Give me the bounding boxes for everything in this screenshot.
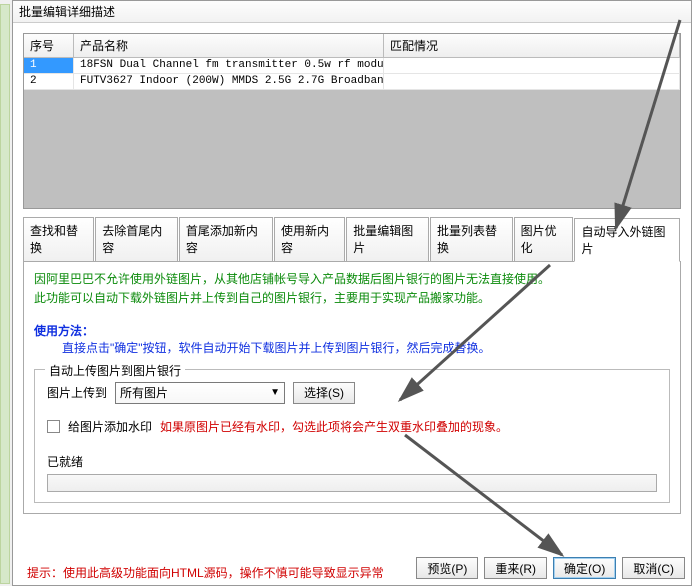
watermark-warning: 如果原图片已经有水印，勾选此项将会产生双重水印叠加的现象。 xyxy=(160,418,508,435)
reset-button[interactable]: 重来(R) xyxy=(484,557,547,579)
ready-label: 已就绪 xyxy=(47,453,657,470)
dialog-window: 批量编辑详细描述 序号 产品名称 匹配情况 1 18FSN Dual Chann… xyxy=(12,0,692,586)
tab-trim[interactable]: 去除首尾内容 xyxy=(95,217,178,261)
description-line-2: 此功能可以自动下载外链图片并上传到自己的图片银行，主要用于实现产品搬家功能。 xyxy=(34,289,670,308)
tab-new-content[interactable]: 使用新内容 xyxy=(274,217,345,261)
tab-batch-list-replace[interactable]: 批量列表替换 xyxy=(430,217,513,261)
upload-group: 自动上传图片到图片银行 图片上传到 所有图片 ▼ 选择(S) 给图片添加水印 如… xyxy=(34,369,670,503)
grid-header: 序号 产品名称 匹配情况 xyxy=(24,34,680,58)
select-value: 所有图片 xyxy=(120,384,168,401)
progress-bar xyxy=(47,474,657,492)
col-header-match[interactable]: 匹配情况 xyxy=(384,34,680,57)
cell-seq: 1 xyxy=(24,58,74,73)
upload-to-label: 图片上传到 xyxy=(47,384,107,401)
select-button[interactable]: 选择(S) xyxy=(293,382,355,404)
bottom-hint: 提示：使用此高级功能面向HTML源码，操作不慎可能导致显示异常 xyxy=(27,564,384,581)
tab-batch-edit-image[interactable]: 批量编辑图片 xyxy=(346,217,429,261)
watermark-label: 给图片添加水印 xyxy=(68,418,152,435)
chevron-down-icon: ▼ xyxy=(270,387,280,398)
usage-step: 直接点击"确定"按钮，软件自动开始下载图片并上传到图片银行，然后完成替换。 xyxy=(62,339,670,358)
usage-title: 使用方法： xyxy=(34,322,670,339)
col-header-name[interactable]: 产品名称 xyxy=(74,34,384,57)
tab-panel: 因阿里巴巴不允许使用外链图片，从其他店铺帐号导入产品数据后图片银行的图片无法直接… xyxy=(23,262,681,514)
background-panel xyxy=(0,4,10,584)
product-grid: 序号 产品名称 匹配情况 1 18FSN Dual Channel fm tra… xyxy=(23,33,681,209)
tab-image-optimize[interactable]: 图片优化 xyxy=(514,217,574,261)
tab-append[interactable]: 首尾添加新内容 xyxy=(179,217,273,261)
cell-name: 18FSN Dual Channel fm transmitter 0.5w r… xyxy=(74,58,384,73)
dialog-button-bar: 预览(P) 重来(R) 确定(O) 取消(C) xyxy=(416,557,685,579)
cell-name: FUTV3627 Indoor (200W) MMDS 2.5G 2.7G Br… xyxy=(74,74,384,89)
upload-target-select[interactable]: 所有图片 ▼ xyxy=(115,382,285,404)
cell-match xyxy=(384,58,680,73)
window-title: 批量编辑详细描述 xyxy=(13,1,691,23)
tab-auto-import-external-image[interactable]: 自动导入外链图片 xyxy=(574,218,680,262)
cell-match xyxy=(384,74,680,89)
ok-button[interactable]: 确定(O) xyxy=(553,557,616,579)
grid-body: 1 18FSN Dual Channel fm transmitter 0.5w… xyxy=(24,58,680,208)
group-title: 自动上传图片到图片银行 xyxy=(45,362,185,379)
description-line-1: 因阿里巴巴不允许使用外链图片，从其他店铺帐号导入产品数据后图片银行的图片无法直接… xyxy=(34,270,670,289)
cell-seq: 2 xyxy=(24,74,74,89)
cancel-button[interactable]: 取消(C) xyxy=(622,557,685,579)
col-header-seq[interactable]: 序号 xyxy=(24,34,74,57)
watermark-checkbox[interactable] xyxy=(47,420,60,433)
table-row[interactable]: 2 FUTV3627 Indoor (200W) MMDS 2.5G 2.7G … xyxy=(24,74,680,90)
preview-button[interactable]: 预览(P) xyxy=(416,557,478,579)
tab-find-replace[interactable]: 查找和替换 xyxy=(23,217,94,261)
tab-bar: 查找和替换 去除首尾内容 首尾添加新内容 使用新内容 批量编辑图片 批量列表替换… xyxy=(23,217,681,262)
table-row[interactable]: 1 18FSN Dual Channel fm transmitter 0.5w… xyxy=(24,58,680,74)
